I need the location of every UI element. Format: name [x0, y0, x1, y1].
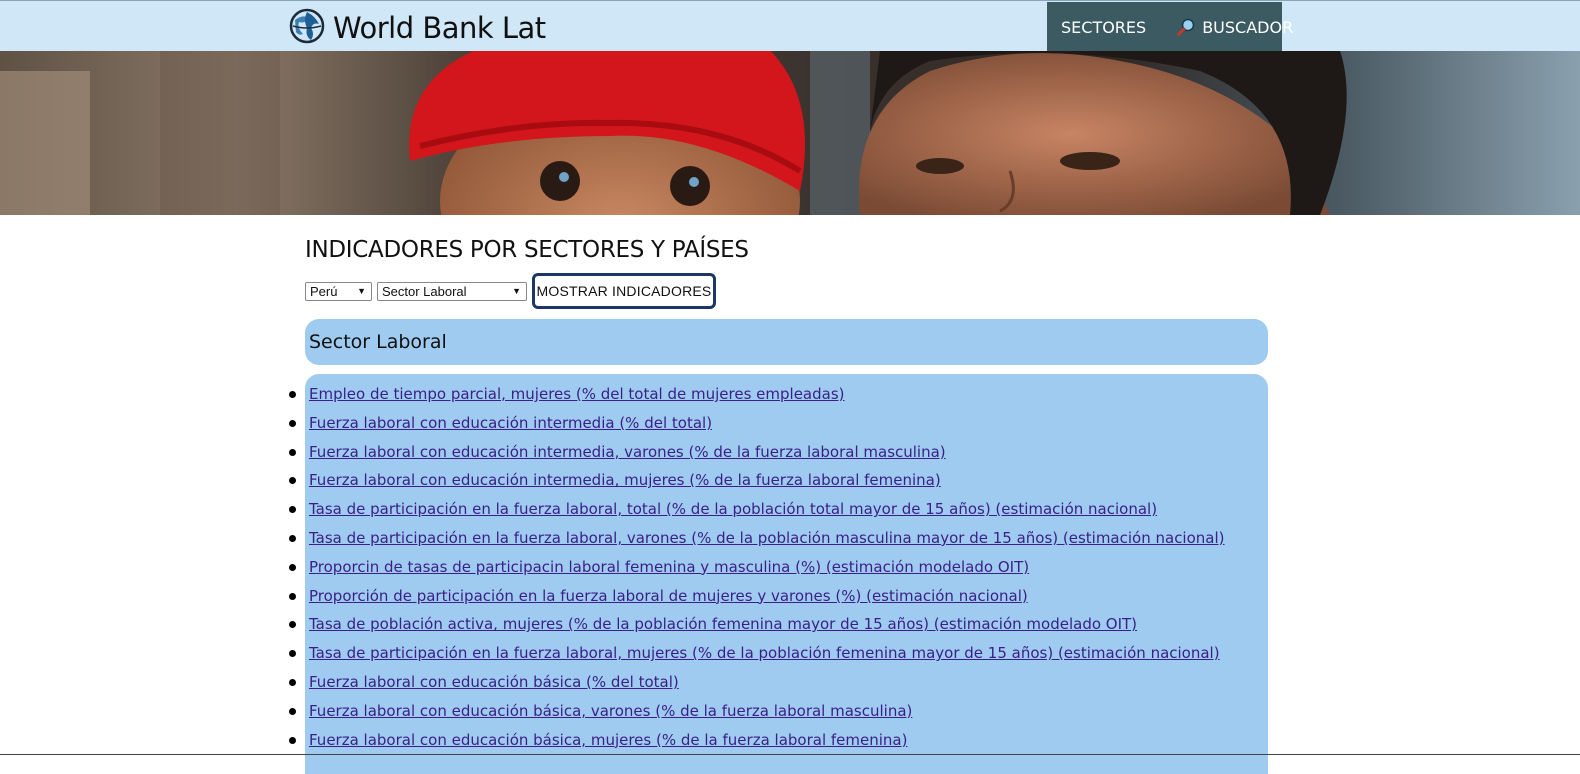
- nav-sectores-label: SECTORES: [1061, 17, 1147, 37]
- sector-select-value: Sector Laboral: [382, 283, 467, 299]
- indicator-link[interactable]: Empleo de tiempo parcial, mujeres (% del…: [309, 385, 845, 403]
- indicator-link[interactable]: Fuerza laboral con educación básica (% d…: [309, 673, 679, 691]
- list-item: Fuerza laboral con educación básica, muj…: [289, 726, 1225, 755]
- indicator-link[interactable]: Tasa de participación en la fuerza labor…: [309, 644, 1220, 662]
- globe-icon: [289, 8, 325, 44]
- indicator-link[interactable]: Proporción de participación en la fuerza…: [309, 587, 1028, 605]
- magnifier-icon: [1177, 18, 1195, 36]
- hero-photo: [0, 51, 1580, 215]
- indicator-link[interactable]: Fuerza laboral con educación básica, muj…: [309, 731, 907, 749]
- hero-banner: [0, 51, 1580, 215]
- indicator-link[interactable]: Proporcin de tasas de participacin labor…: [309, 558, 1029, 576]
- list-item: Tasa de participación en la fuerza labor…: [289, 524, 1225, 553]
- triangle-down-icon: ▼: [512, 285, 521, 296]
- list-item: Proporcin de tasas de participacin labor…: [289, 553, 1225, 582]
- indicator-link[interactable]: Fuerza laboral con educación intermedia,…: [309, 471, 941, 489]
- list-item: Tasa de participación en la fuerza labor…: [289, 495, 1225, 524]
- list-item: Fuerza laboral con educación intermedia,…: [289, 466, 1225, 495]
- filter-controls: Perú ▼ Sector Laboral ▼ MOSTRAR INDICADO…: [305, 273, 716, 309]
- list-item: Fuerza laboral con educación básica, var…: [289, 697, 1225, 726]
- sector-select[interactable]: Sector Laboral ▼: [377, 281, 527, 301]
- list-item: Tasa de población activa, mujeres (% de …: [289, 610, 1225, 639]
- indicator-link[interactable]: Fuerza laboral con educación básica, var…: [309, 702, 912, 720]
- indicator-link[interactable]: Tasa de población activa, mujeres (% de …: [309, 615, 1137, 633]
- list-item: Fuerza laboral con educación intermedia,…: [289, 438, 1225, 467]
- show-indicators-button[interactable]: MOSTRAR INDICADORES: [532, 273, 716, 309]
- indicator-list: Empleo de tiempo parcial, mujeres (% del…: [289, 380, 1225, 755]
- page-title: INDICADORES POR SECTORES Y PAÍSES: [305, 237, 749, 263]
- window-bottom-border: [0, 754, 1580, 755]
- main-nav: SECTORES BUSCADOR: [1047, 2, 1293, 52]
- country-select-value: Perú: [310, 283, 338, 299]
- indicator-link[interactable]: Fuerza laboral con educación intermedia …: [309, 414, 712, 432]
- indicator-link[interactable]: Tasa de participación en la fuerza labor…: [309, 500, 1157, 518]
- list-item: Empleo de tiempo parcial, mujeres (% del…: [289, 380, 1225, 409]
- top-bar: World Bank Lat SECTORES BUSCADOR: [0, 0, 1580, 52]
- list-item: Proporción de participación en la fuerza…: [289, 582, 1225, 611]
- site-logo[interactable]: World Bank Lat: [289, 5, 546, 47]
- country-select[interactable]: Perú ▼: [305, 281, 372, 301]
- indicator-link[interactable]: Fuerza laboral con educación intermedia,…: [309, 443, 946, 461]
- site-title: World Bank Lat: [333, 11, 546, 45]
- nav-buscador[interactable]: BUSCADOR: [1176, 17, 1293, 37]
- list-item: Fuerza laboral con educación intermedia …: [289, 409, 1225, 438]
- sector-heading: Sector Laboral: [305, 319, 1268, 365]
- triangle-down-icon: ▼: [357, 285, 366, 296]
- list-item: Fuerza laboral con educación básica (% d…: [289, 668, 1225, 697]
- indicator-link[interactable]: Tasa de participación en la fuerza labor…: [309, 529, 1225, 547]
- nav-sectores[interactable]: SECTORES: [1061, 18, 1146, 37]
- list-item: Tasa de participación en la fuerza labor…: [289, 639, 1225, 668]
- nav-buscador-label: BUSCADOR: [1202, 17, 1294, 37]
